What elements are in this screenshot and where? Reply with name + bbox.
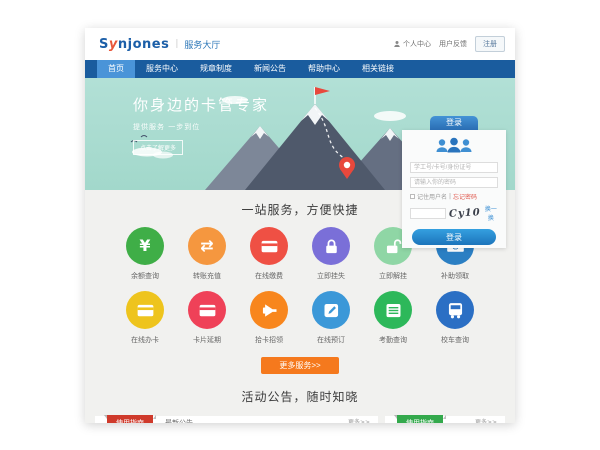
service-circle [126, 291, 164, 329]
password-input[interactable] [410, 177, 498, 188]
logo-accent: y [109, 37, 118, 52]
service-report-loss[interactable]: 立即挂失 [303, 227, 359, 281]
card-icon [135, 300, 156, 321]
service-circle [312, 227, 350, 265]
service-circle [374, 291, 412, 329]
captcha-image[interactable]: Cy10 [449, 207, 481, 220]
guide-panel-right: 使用指南 更多>> [385, 416, 505, 423]
yen-icon: ¥ [139, 238, 150, 254]
remember-label: 记住用户名 [417, 192, 447, 201]
edit-icon [321, 300, 342, 321]
nav-item-home[interactable]: 首页 [97, 60, 135, 78]
remember-checkbox[interactable] [410, 194, 415, 199]
service-attendance[interactable]: 考勤查询 [365, 291, 421, 345]
bus-icon [445, 300, 466, 321]
service-balance-query[interactable]: ¥ 余额查询 [117, 227, 173, 281]
service-label: 卡片延期 [179, 335, 235, 345]
announcements-section-title: 活动公告，随时知晓 [85, 388, 515, 405]
service-label: 余额查询 [117, 271, 173, 281]
header-divider: | [175, 39, 178, 49]
captcha-input[interactable] [410, 208, 446, 219]
portal-page: Synjones | 服务大厅 个人中心 用户反馈 注册 首页 服务中心 规章制… [85, 28, 515, 423]
service-circle [250, 227, 288, 265]
service-circle [436, 291, 474, 329]
site-name: 服务大厅 [184, 38, 220, 51]
service-online-payment[interactable]: 在线缴费 [241, 227, 297, 281]
top-header: Synjones | 服务大厅 个人中心 用户反馈 注册 [85, 28, 515, 60]
announcement-panels: 使用指南 最新公告 更多>> 使用指南 更多>> [85, 416, 515, 423]
service-online-booking[interactable]: 在线预订 [303, 291, 359, 345]
tab-usage-guide[interactable]: 使用指南 [107, 415, 153, 423]
lock-icon [321, 236, 342, 257]
logo[interactable]: Synjones [99, 37, 169, 52]
guide-panel-left: 使用指南 最新公告 更多>> [95, 416, 378, 423]
service-online-card[interactable]: 在线办卡 [117, 291, 173, 345]
service-circle [250, 291, 288, 329]
services-row-2: 在线办卡 卡片延期 拾卡招领 在线预订 考勤查询 校车查询 [85, 291, 515, 345]
service-found-card[interactable]: 拾卡招领 [241, 291, 297, 345]
service-label: 考勤查询 [365, 335, 421, 345]
card-icon [259, 236, 280, 257]
login-submit-button[interactable]: 登录 [412, 229, 496, 245]
hero-title: 你身边的卡管专家 [133, 94, 269, 115]
service-label: 立即挂失 [303, 271, 359, 281]
nav-item-links[interactable]: 相关链接 [351, 60, 405, 78]
tab-usage-guide-2[interactable]: 使用指南 [397, 415, 443, 423]
service-transfer-recharge[interactable]: ⇄ 转账充值 [179, 227, 235, 281]
service-school-bus[interactable]: 校车查询 [427, 291, 483, 345]
personal-center-link[interactable]: 个人中心 [393, 39, 431, 49]
forgot-password-link[interactable]: 忘记密码 [453, 192, 477, 201]
nav-item-help-center[interactable]: 帮助中心 [297, 60, 351, 78]
captcha-refresh-link[interactable]: 换一换 [484, 204, 498, 222]
nav-item-rules[interactable]: 规章制度 [189, 60, 243, 78]
users-avatar-icon [434, 137, 474, 154]
register-button[interactable]: 注册 [475, 36, 505, 52]
hero-banner: 你身边的卡管专家 提供服务 一步到位 点击了解更多 登录 记住用户名 | 忘记密… [85, 78, 515, 190]
service-label: 补助领取 [427, 271, 483, 281]
service-label: 在线缴费 [241, 271, 297, 281]
service-circle: ⇄ [188, 227, 226, 265]
more-services-button[interactable]: 更多服务>> [261, 357, 339, 374]
more-link-right[interactable]: 更多>> [475, 415, 497, 423]
unlock-icon [383, 236, 404, 257]
hero-subtitle: 提供服务 一步到位 [133, 122, 269, 132]
nav-item-news[interactable]: 新闻公告 [243, 60, 297, 78]
hero-cta-button[interactable]: 点击了解更多 [133, 140, 183, 155]
nav-item-service-center[interactable]: 服务中心 [135, 60, 189, 78]
service-label: 在线预订 [303, 335, 359, 345]
service-circle [312, 291, 350, 329]
more-link-left[interactable]: 更多>> [348, 415, 370, 423]
login-tab[interactable]: 登录 [430, 116, 478, 130]
tab-latest-news[interactable]: 最新公告 [165, 415, 193, 423]
username-input[interactable] [410, 162, 498, 173]
service-circle: ¥ [126, 227, 164, 265]
login-panel: 登录 记住用户名 | 忘记密码 Cy10 换一换 登录 [402, 130, 506, 248]
service-circle [188, 291, 226, 329]
main-nav: 首页 服务中心 规章制度 新闻公告 帮助中心 相关链接 [85, 60, 515, 78]
megaphone-icon [259, 300, 280, 321]
service-label: 在线办卡 [117, 335, 173, 345]
list-icon [383, 300, 404, 321]
transfer-icon: ⇄ [200, 238, 213, 254]
person-icon [393, 40, 401, 48]
service-label: 转账充值 [179, 271, 235, 281]
service-label: 立即解挂 [365, 271, 421, 281]
login-divider: | [449, 193, 451, 200]
service-label: 拾卡招领 [241, 335, 297, 345]
service-label: 校车查询 [427, 335, 483, 345]
service-card-extension[interactable]: 卡片延期 [179, 291, 235, 345]
card-icon [197, 300, 218, 321]
user-feedback-link[interactable]: 用户反馈 [439, 39, 467, 49]
